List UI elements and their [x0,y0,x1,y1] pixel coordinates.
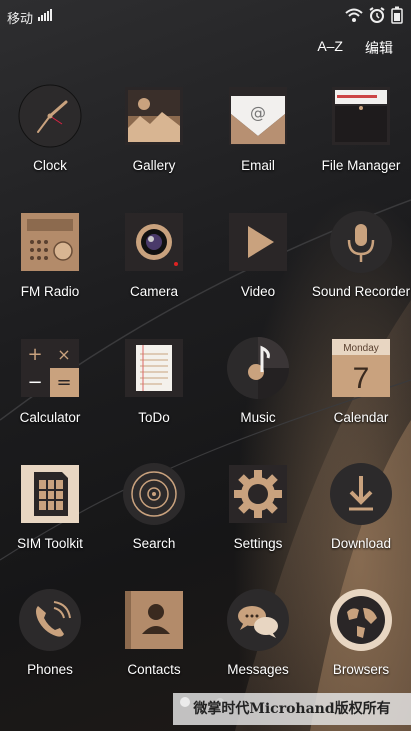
app-contacts[interactable]: Contacts [104,588,204,677]
gallery-icon [122,84,186,148]
calculator-icon: + × − = [18,336,82,400]
app-label: Email [241,158,275,173]
app-label: FM Radio [20,284,80,299]
app-label: Calculator [19,410,81,425]
app-label: ToDo [138,410,170,425]
signal-icon [38,9,52,21]
app-phones[interactable]: Phones [0,588,100,677]
contacts-icon [122,588,186,652]
app-calendar[interactable]: Monday 7 Calendar [311,336,411,425]
app-todo[interactable]: ToDo [104,336,204,425]
camera-icon [122,210,186,274]
download-icon [329,462,393,526]
app-camera[interactable]: Camera [104,210,204,299]
app-label: Search [132,536,176,551]
app-label: Download [330,536,392,551]
svg-text:@: @ [250,103,266,122]
carrier-label: 移动 [7,11,34,26]
app-label: Camera [129,284,178,299]
app-label: Sound Recorder [311,284,411,299]
app-sim-toolkit[interactable]: SIM Toolkit [0,462,100,551]
alarm-icon [369,7,385,23]
app-label: Settings [233,536,283,551]
app-label: Video [240,284,276,299]
app-video[interactable]: Video [208,210,308,299]
app-clock[interactable]: Clock [0,84,100,173]
calendar-icon: Monday 7 [329,336,393,400]
app-label: File Manager [321,158,401,173]
app-label: Clock [33,158,67,173]
app-gallery[interactable]: Gallery [104,84,204,173]
edit-button[interactable]: 编辑 [365,38,393,58]
app-search[interactable]: Search [104,462,204,551]
phone-icon [18,588,82,652]
app-label: SIM Toolkit [17,536,83,551]
email-icon: @ [226,84,290,148]
sort-az-button[interactable]: A–Z [317,38,343,58]
calendar-day-number: 7 [353,362,370,395]
svg-text:×: × [57,345,70,364]
app-label: Music [240,410,276,425]
app-label: Contacts [127,662,181,677]
app-calculator[interactable]: + × − = Calculator [0,336,100,425]
radio-icon [18,210,82,274]
app-label: Messages [227,662,289,677]
svg-text:=: = [56,372,71,393]
messages-icon [226,588,290,652]
top-bar: A–Z 编辑 [317,38,393,58]
file-manager-icon [329,84,393,148]
app-label: Browsers [332,662,390,677]
gear-icon [226,462,290,526]
app-fm-radio[interactable]: FM Radio [0,210,100,299]
music-icon [226,336,290,400]
globe-icon [329,588,393,652]
app-file-manager[interactable]: File Manager [311,84,411,173]
svg-text:+: + [27,344,42,365]
microphone-icon [329,210,393,274]
sim-card-icon [18,462,82,526]
wifi-icon [345,8,363,22]
app-label: Calendar [333,410,389,425]
app-email[interactable]: @ Email [208,84,308,173]
app-browsers[interactable]: Browsers [311,588,411,677]
app-settings[interactable]: Settings [208,462,308,551]
search-icon [122,462,186,526]
battery-icon [391,6,403,24]
app-download[interactable]: Download [311,462,411,551]
watermark: 微掌时代Microhand版权所有 [173,693,411,725]
app-sound-recorder[interactable]: Sound Recorder [311,210,411,299]
app-messages[interactable]: Messages [208,588,308,677]
app-label: Gallery [132,158,176,173]
notepad-icon [122,336,186,400]
calendar-day-name: Monday [343,343,379,354]
clock-icon [18,84,82,148]
app-label: Phones [27,662,73,677]
video-icon [226,210,290,274]
app-music[interactable]: Music [208,336,308,425]
status-bar: 移动 [0,0,411,32]
svg-text:−: − [27,372,42,393]
